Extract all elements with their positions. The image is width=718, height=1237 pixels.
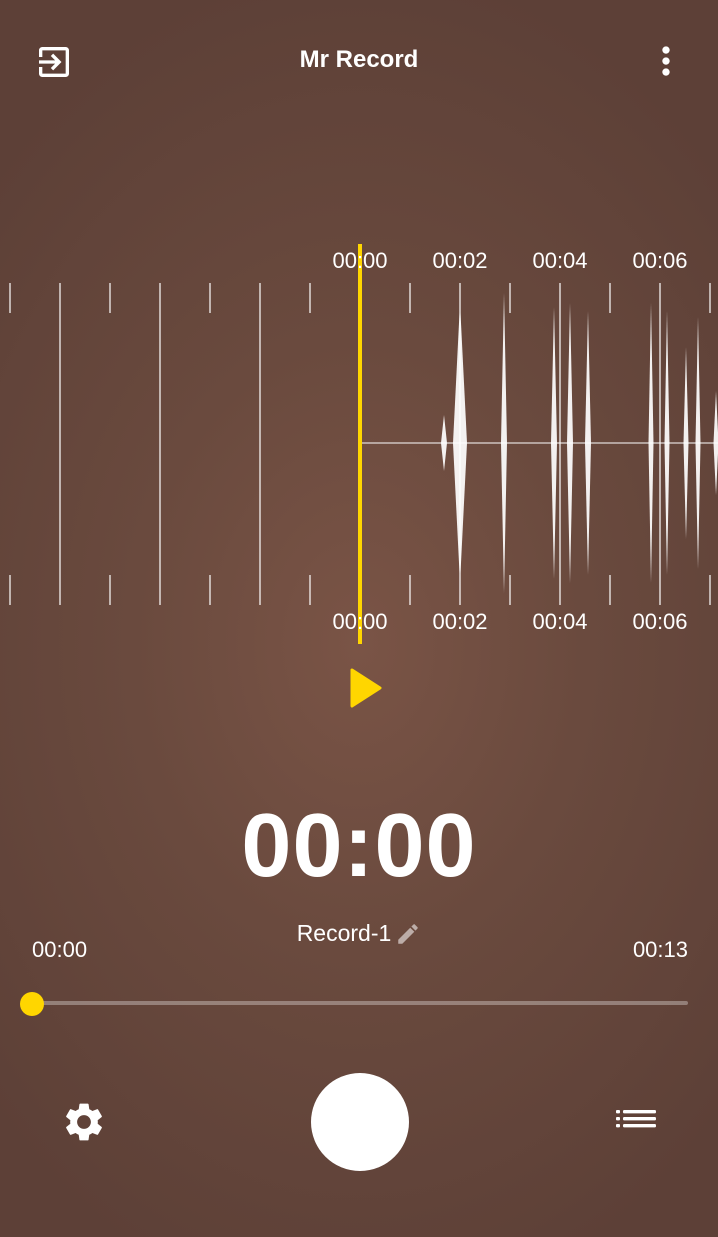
waveform-area[interactable]: 00:00 00:02 00:04 00:06 00:00 00:02 00:0… [0,240,718,650]
bottom-time-label: 00:00 [332,609,388,634]
top-time-label: 00:04 [532,248,588,273]
record-name-row[interactable]: Record-1 [0,920,718,947]
waveform-peak [664,311,670,575]
bottom-time-label: 00:06 [632,609,688,634]
play-icon[interactable] [338,664,386,712]
record-name: Record-1 [296,920,392,946]
elapsed-timer: 00:00 [241,796,477,896]
seek-bar-thumb[interactable] [20,992,44,1016]
pencil-icon[interactable] [395,921,421,947]
waveform [9,244,718,644]
current-time: 00:00 [32,937,88,962]
waveform-peak [453,303,467,583]
waveform-peak [695,317,701,569]
waveform-peak [501,293,507,593]
waveform-peak [585,311,591,575]
waveform-peak [648,303,654,583]
list-icon[interactable] [608,1096,664,1148]
waveform-peak [683,347,689,539]
more-vert-icon[interactable] [644,38,688,84]
gear-icon[interactable] [58,1096,110,1148]
waveform-peak [441,415,447,471]
record-button[interactable] [311,1073,409,1171]
waveform-peak [567,303,573,583]
bottom-time-label: 00:02 [432,609,488,634]
seek-bar-track[interactable] [32,1001,688,1005]
bottom-time-label: 00:04 [532,609,588,634]
top-time-label: 00:02 [432,248,488,273]
top-time-label: 00:00 [332,248,388,273]
waveform-peak [551,307,557,579]
top-time-label: 00:06 [632,248,688,273]
app-title: Mr Record [299,46,419,73]
waveform-peak [713,391,718,495]
total-time: 00:13 [632,937,688,962]
